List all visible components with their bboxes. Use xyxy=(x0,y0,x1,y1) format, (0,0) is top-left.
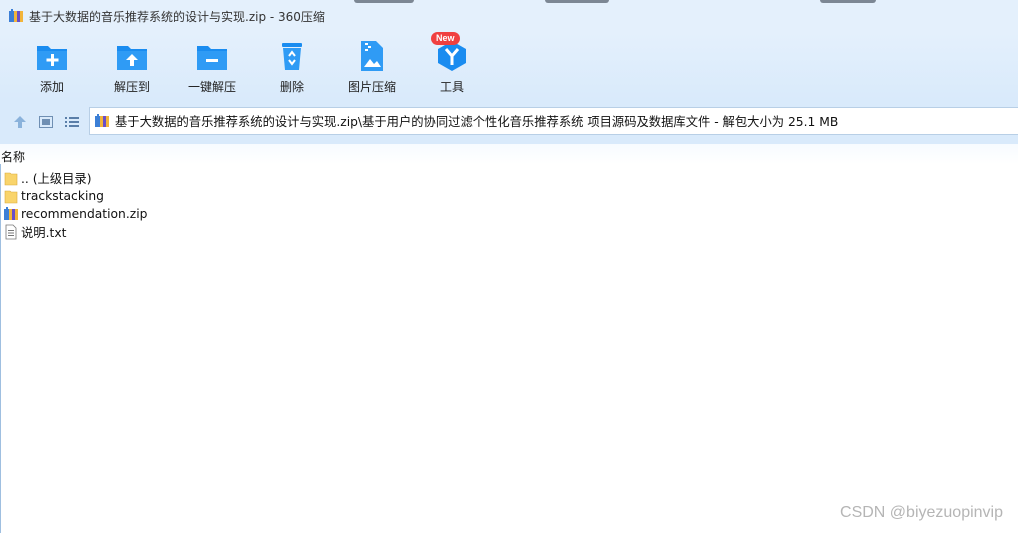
address-path: 基于大数据的音乐推荐系统的设计与实现.zip\基于用户的协同过滤个性化音乐推荐系… xyxy=(115,115,839,129)
image-compress-icon xyxy=(361,41,383,71)
divider xyxy=(0,164,1,533)
folder-icon xyxy=(4,172,18,186)
zip-archive-icon xyxy=(4,207,18,220)
one-click-extract-button[interactable]: 一键解压 xyxy=(177,40,247,96)
folder-plus-icon xyxy=(37,46,67,70)
zip-archive-icon xyxy=(9,9,23,22)
text-file-icon xyxy=(5,224,17,240)
add-label: 添加 xyxy=(39,80,64,94)
window-shadow-edge xyxy=(354,0,414,3)
recycle-bin-icon xyxy=(282,43,302,70)
address-bar[interactable]: 基于大数据的音乐推荐系统的设计与实现.zip\基于用户的协同过滤个性化音乐推荐系… xyxy=(89,107,1018,135)
thumbnail-view-icon xyxy=(39,116,53,128)
one-click-extract-label: 一键解压 xyxy=(187,80,236,94)
up-button[interactable] xyxy=(11,113,29,131)
column-header-name[interactable]: 名称 xyxy=(1,148,25,165)
list-item[interactable]: 说明.txt xyxy=(3,223,66,241)
list-view-icon xyxy=(65,117,79,127)
folder-minus-icon xyxy=(197,46,227,70)
tools-button[interactable]: New 工具 xyxy=(417,32,487,96)
window-shadow-edge xyxy=(545,0,609,3)
window-title: 基于大数据的音乐推荐系统的设计与实现.zip - 360压缩 xyxy=(29,9,325,24)
delete-button[interactable]: 删除 xyxy=(257,40,327,96)
extract-to-button[interactable]: 解压到 xyxy=(97,40,167,96)
file-name: 说明.txt xyxy=(21,226,67,240)
folder-extract-icon xyxy=(117,46,147,70)
list-item[interactable]: .. (上级目录) xyxy=(3,169,92,187)
thumbnail-view-button[interactable] xyxy=(37,113,55,131)
toolbar: 添加 解压到 一键解压 删除 图片压缩 New 工具 xyxy=(0,32,1018,100)
title-bar: 基于大数据的音乐推荐系统的设计与实现.zip - 360压缩 xyxy=(0,0,1018,32)
zip-archive-icon xyxy=(95,114,109,127)
file-name: recommendation.zip xyxy=(21,207,148,221)
file-name: .. (上级目录) xyxy=(21,172,92,186)
window-shadow-edge xyxy=(820,0,876,3)
new-badge: New xyxy=(431,32,460,45)
image-compress-label: 图片压缩 xyxy=(347,80,396,94)
list-item[interactable]: recommendation.zip xyxy=(3,205,147,223)
folder-icon xyxy=(4,190,18,204)
add-button[interactable]: 添加 xyxy=(17,40,87,96)
image-compress-button[interactable]: 图片压缩 xyxy=(337,40,407,96)
extract-to-label: 解压到 xyxy=(113,80,150,94)
list-view-button[interactable] xyxy=(63,113,81,131)
list-header: 名称 xyxy=(0,144,1018,164)
list-item[interactable]: trackstacking xyxy=(3,187,104,205)
file-name: trackstacking xyxy=(21,189,104,203)
tools-label: 工具 xyxy=(439,80,464,94)
watermark: CSDN @biyezuopinvip xyxy=(840,504,1003,521)
arrow-up-icon xyxy=(14,116,26,128)
delete-label: 删除 xyxy=(279,80,304,94)
